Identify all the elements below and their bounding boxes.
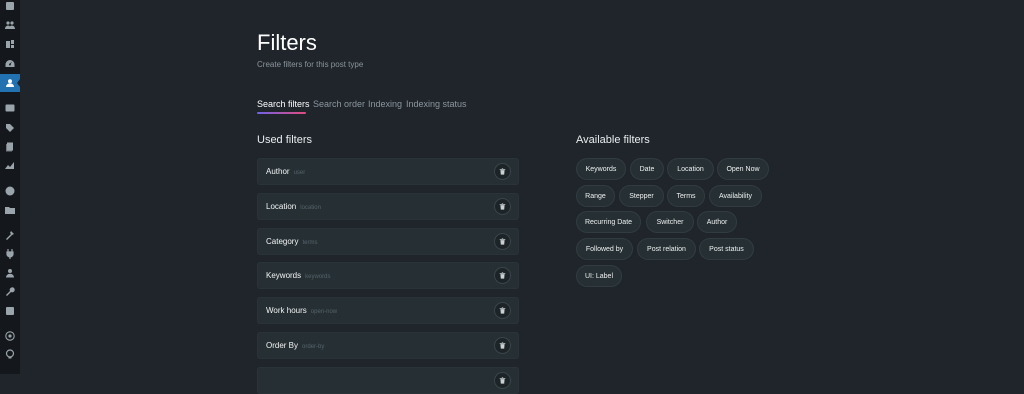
delete-filter-button[interactable] [494,198,511,215]
filter-label: Category terms [266,237,317,246]
admin-sidebar [0,0,20,374]
plugins-icon[interactable] [4,38,16,50]
available-filter-chip[interactable]: Location [667,158,714,180]
available-filter-chip[interactable]: Open Now [717,158,769,180]
filter-label: Order By order-by [266,341,324,350]
tab-search-order[interactable]: Search order [313,99,365,109]
used-filter-row[interactable]: Order By order-by [257,332,519,359]
filter-name: Work hours [266,306,307,315]
folder-icon[interactable] [4,204,16,216]
trash-icon [499,377,506,384]
used-filters-title: Used filters [257,134,313,146]
filter-label: Work hours open-now [266,306,337,315]
delete-filter-button[interactable] [494,372,511,389]
tab-search-filters[interactable]: Search filters [257,99,310,109]
filter-key: user [293,170,306,176]
used-filter-row[interactable]: Location location [257,193,519,220]
filter-name: Location [266,202,297,211]
delete-filter-button[interactable] [494,302,511,319]
available-filter-chip[interactable]: Recurring Date [576,211,641,233]
settings-icon[interactable] [4,305,16,317]
filter-name: Author [266,167,290,176]
filter-key: terms [302,240,318,246]
wrench-icon[interactable] [4,286,16,298]
filter-label: Author user [266,167,305,176]
trash-icon [499,203,506,210]
trash-icon [499,168,506,175]
dashboard-icon[interactable] [4,0,16,12]
filter-key: open-now [310,309,338,315]
filter-name: Order By [266,341,299,350]
page-title: Filters [257,30,317,55]
speedometer-icon[interactable] [4,58,16,70]
available-filter-chip[interactable]: UI: Label [576,265,622,287]
trash-icon [499,238,506,245]
tab-indexing[interactable]: Indexing [368,99,402,109]
available-filter-chip[interactable]: Terms [667,185,705,207]
available-filter-chip[interactable]: Followed by [576,238,633,260]
filter-label: Location location [266,202,321,211]
filter-name: Keywords [266,271,302,280]
delete-filter-button[interactable] [494,267,511,284]
delete-filter-button[interactable] [494,163,511,180]
available-filter-chip[interactable]: Date [630,158,664,180]
available-filter-chip[interactable]: Availability [709,185,762,207]
tab-indexing-status[interactable]: Indexing status [406,99,467,109]
at-icon[interactable] [4,330,16,342]
filter-key: keywords [305,274,331,280]
available-filter-chip[interactable]: Stepper [619,185,664,207]
active-indicator [17,79,20,87]
user-icon[interactable] [4,267,16,279]
listings-icon[interactable] [4,102,16,114]
filter-key: order-by [302,344,325,350]
chart-icon[interactable] [4,159,16,171]
page-subtitle: Create filters for this post type [257,60,364,69]
support-icon[interactable] [4,348,16,360]
trash-icon [499,272,506,279]
tags-icon[interactable] [4,122,16,134]
filter-label: Keywords keywords [266,271,330,280]
available-filters-title: Available filters [576,134,650,146]
available-filter-chip[interactable]: Keywords [576,158,626,180]
available-filter-chip[interactable]: Range [576,185,615,207]
used-filter-row[interactable]: Author user [257,158,519,185]
available-filter-chip[interactable]: Post status [699,238,754,260]
pages-icon[interactable] [4,141,16,153]
filter-key: location [300,205,321,211]
trash-icon [499,307,506,314]
plug-icon[interactable] [4,248,16,260]
users-icon[interactable] [4,19,16,31]
used-filter-row[interactable]: Work hours open-now [257,297,519,324]
delete-filter-button[interactable] [494,233,511,250]
used-filter-row-partial[interactable] [257,367,519,394]
used-filter-row[interactable]: Category terms [257,228,519,255]
available-filter-chip[interactable]: Author [697,211,737,233]
available-filter-chip[interactable]: Post relation [637,238,696,260]
tools-icon[interactable] [4,229,16,241]
available-filter-chip[interactable]: Switcher [646,211,694,233]
used-filter-row[interactable]: Keywords keywords [257,262,519,289]
active-tab-underline [257,112,306,114]
delete-filter-button[interactable] [494,337,511,354]
globe-icon[interactable] [4,185,16,197]
trash-icon [499,342,506,349]
filter-name: Category [266,237,299,246]
